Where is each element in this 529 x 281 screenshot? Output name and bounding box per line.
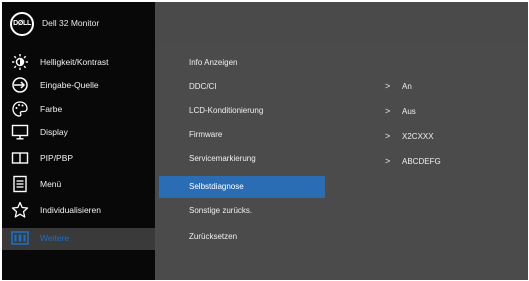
submenu-item-servicemarkierung[interactable]: Servicemarkierung	[159, 148, 325, 170]
value-text: An	[402, 82, 412, 91]
submenu-item-label: Firmware	[189, 130, 223, 139]
menu-item-label: Individualisieren	[40, 205, 101, 215]
menu-icon	[11, 175, 29, 193]
value-text: X2CXXX	[402, 132, 434, 141]
value-text: Aus	[402, 107, 416, 116]
menu-item-label: PIP/PBP	[40, 153, 74, 163]
submenu-item-label: Zurücksetzen	[189, 232, 238, 241]
chevron-right-icon: >	[385, 81, 391, 91]
chevron-right-icon: >	[385, 106, 391, 116]
main-menu-panel: DØLL Dell 32 Monitor Helligkeit/Kontrast…	[2, 2, 155, 280]
menu-item-label: Helligkeit/Kontrast	[40, 57, 109, 67]
input-source-icon	[11, 76, 29, 94]
chevron-right-icon: >	[385, 131, 391, 141]
submenu-item-zuruecksetzen[interactable]: Zurücksetzen	[159, 226, 325, 248]
submenu-item-firmware[interactable]: Firmware	[159, 124, 325, 146]
menu-item-label: Eingabe-Quelle	[40, 80, 99, 90]
dell-logo: DØLL	[10, 12, 34, 36]
star-icon	[11, 201, 29, 219]
submenu-item-label: Selbstdiagnose	[189, 182, 244, 191]
submenu-item-ddc-ci[interactable]: DDC/CI	[159, 76, 325, 98]
value-ddc-ci[interactable]: > An	[385, 81, 525, 97]
menu-item-weitere[interactable]: Weitere	[2, 228, 155, 250]
value-lcd-konditionierung[interactable]: > Aus	[385, 106, 525, 122]
menu-item-label: Display	[40, 127, 68, 137]
menu-item-pip-pbp[interactable]: PIP/PBP	[2, 148, 155, 170]
submenu-item-label: Servicemarkierung	[189, 154, 256, 163]
submenu-header	[155, 2, 528, 44]
pip-icon	[11, 149, 29, 167]
submenu-item-label: LCD-Konditionierung	[189, 106, 264, 115]
menu-item-display[interactable]: Display	[2, 122, 155, 144]
submenu-item-sonstige-zuruecks[interactable]: Sonstige zurücks.	[159, 200, 325, 222]
submenu-item-lcd-konditionierung[interactable]: LCD-Konditionierung	[159, 100, 325, 122]
value-firmware: > X2CXXX	[385, 131, 525, 147]
submenu-item-selbstdiagnose[interactable]: Selbstdiagnose	[159, 176, 325, 198]
submenu-item-label: DDC/CI	[189, 82, 217, 91]
palette-icon	[11, 100, 29, 118]
menu-item-label: Weitere	[40, 233, 70, 243]
menu-item-farbe[interactable]: Farbe	[2, 99, 155, 121]
submenu-panel: Info Anzeigen DDC/CI LCD-Konditionierung…	[155, 2, 528, 280]
monitor-model: Dell 32 Monitor	[42, 18, 100, 28]
submenu-item-label: Info Anzeigen	[189, 58, 238, 67]
brand-header: DØLL Dell 32 Monitor	[2, 2, 155, 45]
menu-item-label: Menü	[40, 179, 62, 189]
menu-item-label: Farbe	[40, 104, 63, 114]
info-icon	[11, 229, 29, 247]
menu-item-helligkeit[interactable]: Helligkeit/Kontrast	[2, 52, 155, 74]
chevron-right-icon: >	[385, 156, 391, 166]
menu-item-individualisieren[interactable]: Individualisieren	[2, 200, 155, 222]
brightness-icon	[11, 53, 29, 71]
submenu-item-info-anzeigen[interactable]: Info Anzeigen	[159, 52, 325, 74]
menu-item-eingabe-quelle[interactable]: Eingabe-Quelle	[2, 75, 155, 97]
monitor-osd: DØLL Dell 32 Monitor Helligkeit/Kontrast…	[2, 2, 528, 280]
submenu-item-label: Sonstige zurücks.	[189, 206, 253, 215]
value-text: ABCDEFG	[402, 157, 441, 166]
value-servicemarkierung: > ABCDEFG	[385, 156, 525, 172]
display-icon	[11, 123, 29, 141]
menu-item-menue[interactable]: Menü	[2, 174, 155, 196]
